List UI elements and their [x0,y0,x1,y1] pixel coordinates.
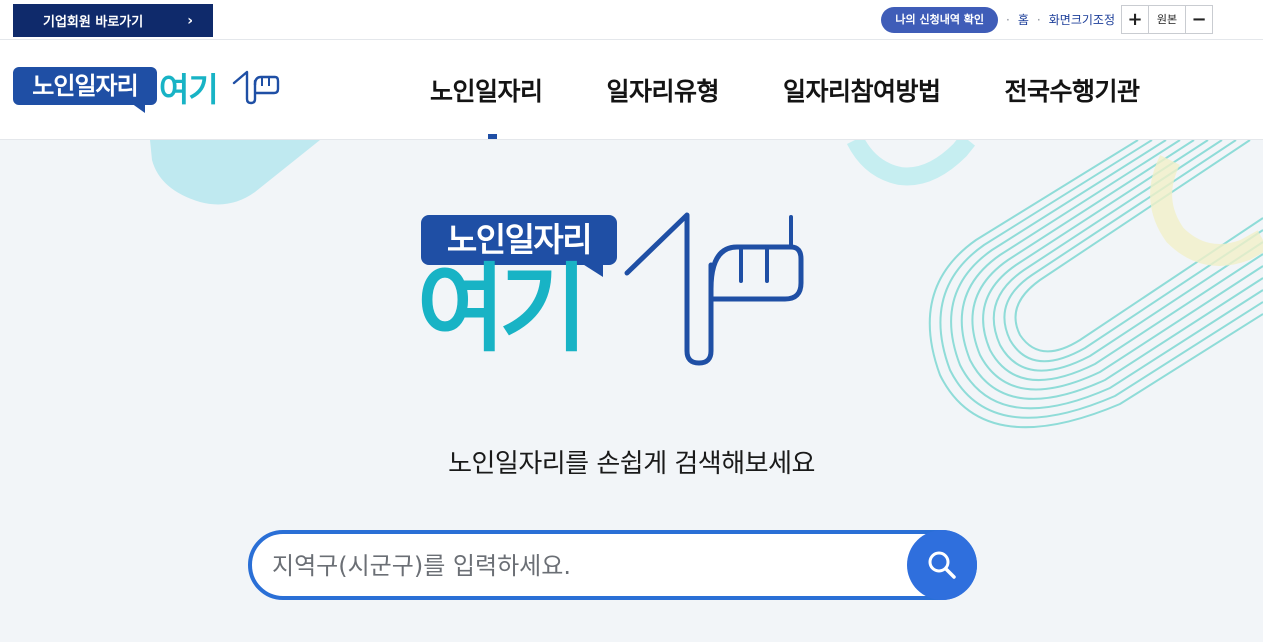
logo-badge: 노인일자리 [13,67,157,105]
search-bar [248,530,977,600]
separator-dot: · [1036,12,1041,27]
corporate-member-link[interactable]: 기업회원 바로가기 › [13,4,213,37]
site-header: 노인일자리 여기 노인일자리 일자리유형 일자리참여방법 전국수행기관 [0,40,1263,140]
site-logo[interactable]: 노인일자리 여기 [13,67,283,115]
zoom-in-button[interactable]: + [1122,6,1148,33]
chevron-right-icon: › [187,12,193,29]
logo-badge-tail [131,103,145,113]
hero-section: 노인일자리 여기 노인일자리를 손쉽게 검색해보세요 [0,140,1263,642]
search-icon [928,551,956,579]
hero-logo-bottom-text: 여기 [417,253,588,365]
zoom-controls: + 원본 − [1121,5,1213,34]
separator-dot: · [1006,12,1010,27]
main-navigation: 노인일자리 일자리유형 일자리참여방법 전국수행기관 [430,40,1140,139]
nav-item-job-types[interactable]: 일자리유형 [607,72,720,108]
zoom-out-button[interactable]: − [1186,6,1212,33]
logo-top-text: 노인일자리 [32,72,138,100]
nav-active-indicator [488,134,497,139]
hero-logo: 노인일자리 여기 [417,212,811,375]
region-search-input[interactable] [270,543,894,589]
my-application-button[interactable]: 나의 신청내역 확인 [881,6,999,33]
nav-item-agencies[interactable]: 전국수행기관 [1005,72,1141,108]
zoom-reset-button[interactable]: 원본 [1148,6,1186,33]
hero-pointing-hand-icon [624,212,804,366]
utility-links: 나의 신청내역 확인 · 홈 · 화면크기조정 + 원본 − [881,5,1213,34]
home-link[interactable]: 홈 [1018,11,1029,28]
utility-bar: 기업회원 바로가기 › 나의 신청내역 확인 · 홈 · 화면크기조정 + 원본… [0,0,1263,40]
nav-item-senior-jobs[interactable]: 노인일자리 [430,72,543,108]
font-size-label: 화면크기조정 [1048,13,1115,27]
logo-bottom-text: 여기 [159,70,219,109]
corporate-member-label: 기업회원 바로가기 [43,15,144,30]
nav-item-how-to-participate[interactable]: 일자리참여방법 [783,72,941,108]
hero-logo-badge-tail [581,263,603,277]
search-button[interactable] [907,530,977,600]
pointing-hand-icon [232,70,280,105]
hero-caption: 노인일자리를 손쉽게 검색해보세요 [448,449,815,479]
